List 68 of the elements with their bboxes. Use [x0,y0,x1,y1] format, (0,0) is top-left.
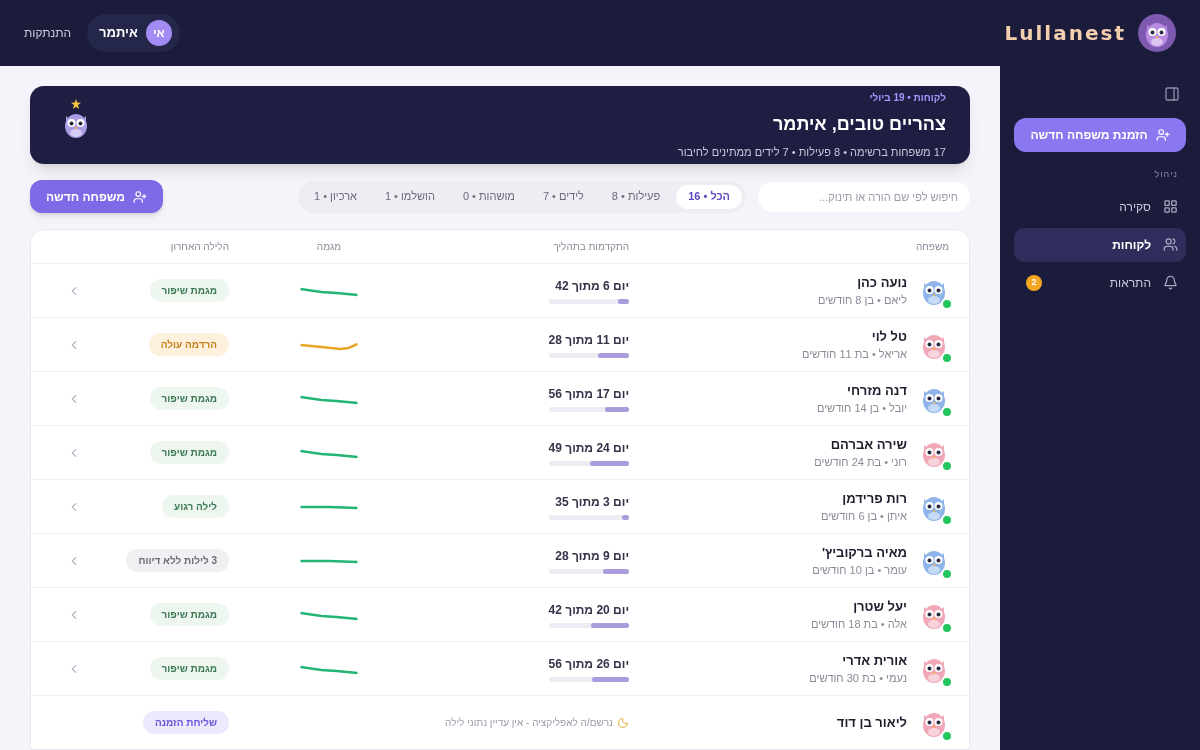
child-info: ליאם • בן 8 חודשים [817,293,907,308]
user-avatar: אי [145,20,172,46]
child-info: רוני • בת 24 חודשים [814,455,907,470]
progress-text: יום 9 מתוך 28 [554,548,629,565]
filter-tab[interactable]: הושלמו • 1 [372,184,447,209]
family-name: יעל שטרן [852,597,907,616]
filter-tab[interactable]: לידים • 7 [530,184,596,209]
status-badge: מגמת שיפור [149,441,229,464]
progress-text: יום 6 מתוך 42 [554,278,629,295]
status-badge: הרדמה עולה [148,333,229,356]
users-icon [1163,237,1178,252]
progress-text: יום 26 מתוך 56 [549,656,629,673]
hero-title: צהריים טובים, איתמר [771,112,946,136]
progress-text: יום 11 מתוך 28 [549,332,629,349]
send-button[interactable]: שליחת הזמנה [142,711,229,734]
status-badge: מגמת שיפור [149,279,229,302]
column-header: הלילה האחרון [169,240,229,254]
grid-icon [1163,199,1178,214]
family-name: שירה אברהם [829,435,907,454]
user-name: איתמר [98,24,138,43]
column-header: התקדמות בתהליך [552,240,629,254]
filter-tab[interactable]: פעילות • 8 [599,184,673,209]
child-info: איתן • בן 6 חודשים [821,509,907,524]
status-badge: מגמת שיפור [149,657,229,680]
family-name: דנה מזרחי [846,381,907,400]
new-family-button[interactable]: משפחה חדשה [30,180,164,213]
bell-icon [1163,275,1178,290]
family-name: רות פרידמן [841,489,907,508]
family-name: טל לוי [870,327,907,346]
hero-eyebrow: לקוחות • 19 ביולי [868,90,946,105]
filter-tab[interactable]: הכל • 16 [676,184,742,209]
section-label: ניהול [1153,168,1178,181]
progress-text: יום 20 מתוך 42 [549,602,629,619]
star-icon [71,99,81,109]
filter-tab[interactable]: ארכיון • 1 [302,184,369,209]
child-info: נעמי • בת 30 חודשים [809,671,907,686]
filter-tab[interactable]: מושהות • 0 [450,184,527,209]
child-info: עומר • בן 10 חודשים [812,563,907,578]
hero-subtitle: 17 משפחות ברשימה • 8 פעילות • 7 לידים ממתינים לחיבור [677,144,946,160]
nav-item[interactable]: סקירה [1014,189,1186,224]
progress-text: יום 24 מתוך 49 [549,440,629,457]
count-badge: 2 [1026,274,1042,291]
progress-text: יום 3 מתוך 35 [554,494,629,511]
brand-name: Lullanest [1004,20,1126,47]
child-info: יובל • בן 14 חודשים [817,401,907,416]
note-text: נרשם/ה לאפליקציה - אין עדיין נתוני לילה [445,716,613,730]
user-plus-icon [1155,128,1170,142]
status-badge: מגמת שיפור [149,603,229,626]
child-info: אלה • בת 18 חודשים [810,617,907,632]
user-chip[interactable]: אי איתמר [87,14,180,52]
status-badge: 3 לילות ללא דיווח [126,549,229,572]
collapse-icon[interactable] [1164,86,1180,102]
nav-item[interactable]: לקוחות [1014,227,1186,262]
child-info: אריאל • בת 11 חודשים [802,347,907,362]
invite-button[interactable]: הזמנת משפחה חדשה [1014,118,1186,152]
search-field[interactable]: חיפוש לפי שם הורה או תינוק... [758,181,970,212]
logout-link[interactable]: התנתקות [24,24,72,42]
status-badge: לילה רגוע [161,495,229,518]
column-header: משפחה [914,240,949,254]
status-badge: מגמת שיפור [149,387,229,410]
family-name: ליאור בן דוד [836,713,907,732]
family-name: אורית אדרי [841,651,907,670]
moon-icon [617,716,629,729]
family-name: נועה כהן [856,273,907,292]
column-header: מגמה [315,240,343,254]
progress-text: יום 17 מתוך 56 [549,386,629,403]
family-name: מאיה ברקוביץ' [820,543,907,562]
user-plus-icon [133,189,148,204]
